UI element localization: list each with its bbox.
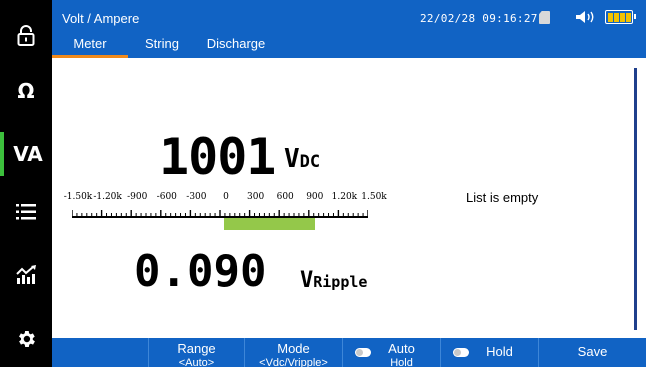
- sidebar: Ω VA: [0, 0, 52, 367]
- ohm-icon: Ω: [17, 79, 35, 103]
- main-unit: VDC: [284, 144, 321, 174]
- gear-icon: [19, 331, 35, 347]
- va-icon: VA: [13, 142, 43, 166]
- scale-tick-label: 1.20k: [331, 192, 358, 202]
- scrollbar[interactable]: [634, 68, 637, 330]
- tab-string[interactable]: String: [128, 34, 196, 58]
- scale-tick-label: -1.20k: [93, 192, 122, 202]
- list-empty-message: List is empty: [466, 190, 539, 205]
- scale-tick-label: 1.50k: [361, 192, 387, 202]
- tab-meter[interactable]: Meter: [52, 34, 128, 58]
- battery-icon: [605, 10, 636, 24]
- scale-tick-label: -1.50k: [63, 192, 93, 202]
- bar-graph-scale: [72, 210, 368, 218]
- scale-tick-label: -900: [127, 192, 148, 202]
- auto-hold-button[interactable]: Auto Hold: [342, 338, 440, 367]
- save-button[interactable]: Save: [538, 338, 646, 367]
- chart-icon: [16, 265, 36, 284]
- ripple-reading: 0.090: [134, 246, 267, 297]
- header-bar: Volt / Ampere 22/02/28 09:16:27 Meter St…: [52, 0, 646, 58]
- sidebar-item-settings[interactable]: [0, 317, 52, 361]
- scale-tick-label: 900: [306, 192, 324, 202]
- tab-discharge[interactable]: Discharge: [196, 34, 276, 58]
- sidebar-item-resistance[interactable]: Ω: [0, 69, 52, 113]
- hold-toggle[interactable]: [453, 348, 469, 357]
- bar-graph-indicator: [224, 218, 315, 230]
- sidebar-item-volt-ampere[interactable]: VA: [0, 132, 52, 176]
- datetime-display: 22/02/28 09:16:27: [420, 12, 538, 25]
- sidebar-item-trend[interactable]: [0, 253, 52, 297]
- ripple-unit: VRipple: [300, 268, 368, 293]
- mode-button[interactable]: Mode <Vdc/Vripple>: [244, 338, 342, 367]
- scale-tick-labels: -1.50k -1.20k -900 -600 -300 0 300 600 900 1.20k 1…: [58, 192, 398, 206]
- scale-tick-label: -300: [186, 192, 207, 202]
- auto-hold-toggle[interactable]: [355, 348, 371, 357]
- scale-tick-label: 0: [223, 192, 229, 202]
- speaker-icon[interactable]: [574, 9, 606, 25]
- lock-button[interactable]: [0, 14, 52, 58]
- hold-button[interactable]: Hold: [440, 338, 538, 367]
- softkey-bar: Range <Auto> Mode <Vdc/Vripple> Auto Hol…: [52, 338, 646, 367]
- main-reading: 1001: [159, 128, 276, 186]
- sd-card-icon: [539, 11, 550, 24]
- page-title: Volt / Ampere: [62, 11, 140, 26]
- range-button[interactable]: Range <Auto>: [148, 338, 244, 367]
- scale-tick-label: 600: [276, 192, 294, 202]
- softkey-empty: [52, 338, 148, 367]
- list-icon: [16, 204, 36, 220]
- sidebar-item-list[interactable]: [0, 190, 52, 234]
- scale-tick-label: -600: [156, 192, 177, 202]
- scale-tick-label: 300: [247, 192, 265, 202]
- lock-icon: [17, 25, 35, 46]
- tab-bar: Meter String Discharge: [52, 34, 276, 58]
- meter-panel: 1001 VDC -1.50k -1.20k -900 -600 -300 0 300 600…: [52, 58, 646, 338]
